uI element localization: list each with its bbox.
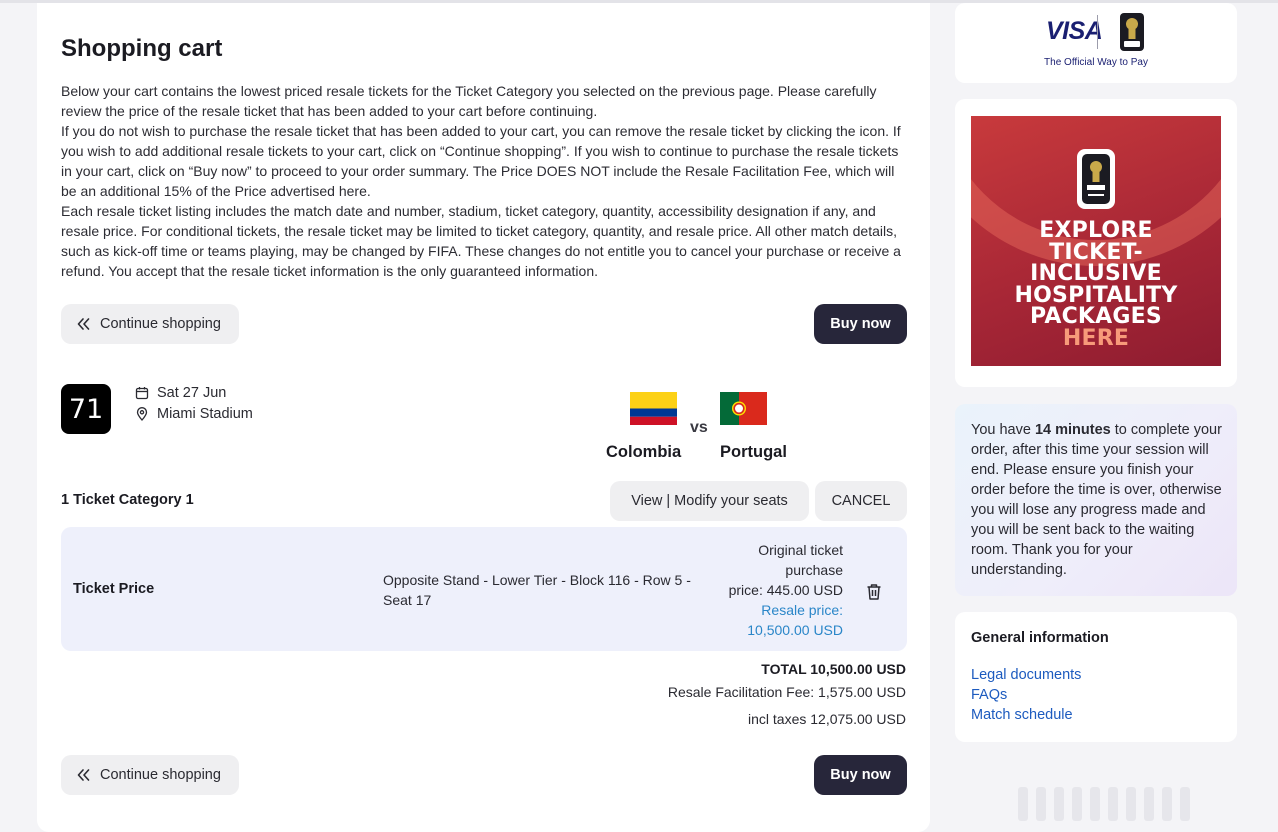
promo-highlight: HERE bbox=[1062, 325, 1130, 351]
away-team-name: Portugal bbox=[720, 443, 787, 461]
logo-divider bbox=[1097, 15, 1098, 49]
resale-price-line: Resale price: bbox=[761, 602, 843, 618]
ticket-row: Ticket Price Opposite Stand - Lower Tier… bbox=[61, 527, 907, 651]
sponsor-card: VISA The Official Way to Pay bbox=[955, 3, 1237, 83]
continue-shopping-button[interactable]: Continue shopping bbox=[61, 304, 239, 344]
promo-card: EXPLORE TICKET- INCLUSIVE HOSPITALITY PA… bbox=[955, 99, 1237, 387]
home-team-name: Colombia bbox=[606, 443, 682, 461]
total-incl-taxes: incl taxes 12,075.00 USD bbox=[748, 711, 906, 727]
continue-shopping-button[interactable]: Continue shopping bbox=[61, 755, 239, 795]
location-pin-icon bbox=[136, 407, 148, 421]
original-price-line: Original ticket bbox=[758, 542, 843, 558]
general-information-title: General information bbox=[971, 630, 1109, 646]
trophy-icon bbox=[1082, 154, 1110, 204]
double-chevron-left-icon bbox=[77, 769, 90, 781]
versus-label: vs bbox=[690, 419, 708, 436]
promo-line: EXPLORE bbox=[1039, 218, 1153, 243]
timer-suffix: to complete your order, after this time … bbox=[971, 422, 1222, 578]
sponsor-tagline: The Official Way to Pay bbox=[1044, 57, 1148, 68]
world-cup-trophy-icon bbox=[1120, 13, 1144, 51]
fifa-hospitality-logo bbox=[1077, 149, 1115, 209]
ticket-category-title: 1 Ticket Category 1 bbox=[61, 492, 194, 508]
cancel-button[interactable]: CANCEL bbox=[815, 481, 907, 521]
timer-prefix: You have bbox=[971, 422, 1035, 438]
promo-line: TICKET- bbox=[1049, 239, 1143, 265]
seat-description: Opposite Stand - Lower Tier - Block 116 … bbox=[383, 572, 691, 608]
portugal-flag-icon bbox=[720, 392, 767, 425]
faqs-link[interactable]: FAQs bbox=[971, 687, 1007, 703]
general-information-card: General information Legal documents FAQs… bbox=[955, 612, 1237, 742]
match-stadium: Miami Stadium bbox=[135, 406, 253, 422]
continue-shopping-label: Continue shopping bbox=[100, 316, 221, 332]
faded-background-graphic bbox=[1018, 787, 1268, 821]
original-price-line: price: 445.00 USD bbox=[728, 582, 843, 598]
shopping-cart-panel: Shopping cart Below your cart contains t… bbox=[37, 3, 930, 832]
promo-line: INCLUSIVE bbox=[1030, 261, 1162, 286]
promo-line: HOSPITALITY bbox=[1014, 282, 1178, 308]
continue-shopping-label: Continue shopping bbox=[100, 767, 221, 783]
timer-minutes: 14 minutes bbox=[1034, 422, 1111, 438]
cart-instructions: Below your cart contains the lowest pric… bbox=[61, 81, 909, 281]
match-date-text: Sat 27 Jun bbox=[157, 385, 227, 401]
trash-icon[interactable] bbox=[864, 582, 884, 602]
session-timer-message: You have 14 minutes to complete your ord… bbox=[971, 420, 1225, 580]
match-date: Sat 27 Jun bbox=[135, 385, 226, 401]
calendar-icon bbox=[135, 387, 149, 400]
match-stadium-text: Miami Stadium bbox=[157, 406, 253, 422]
double-chevron-left-icon bbox=[77, 318, 90, 330]
order-total: TOTAL 10,500.00 USD bbox=[761, 661, 906, 677]
buy-now-button[interactable]: Buy now bbox=[814, 304, 907, 344]
promo-headline: EXPLORE TICKET- INCLUSIVE HOSPITALITY PA… bbox=[971, 220, 1221, 349]
match-schedule-link[interactable]: Match schedule bbox=[971, 707, 1073, 723]
legal-documents-link[interactable]: Legal documents bbox=[971, 667, 1081, 683]
hospitality-promo-banner[interactable]: EXPLORE TICKET- INCLUSIVE HOSPITALITY PA… bbox=[971, 116, 1221, 366]
view-modify-seats-button[interactable]: View | Modify your seats bbox=[610, 481, 809, 521]
match-number-badge: 71 bbox=[61, 384, 111, 434]
colombia-flag-icon bbox=[630, 392, 677, 425]
resale-price-line: 10,500.00 USD bbox=[747, 622, 843, 638]
visa-logo: VISA bbox=[1046, 17, 1103, 45]
instructions-paragraph: Below your cart contains the lowest pric… bbox=[61, 83, 877, 119]
resale-facilitation-fee: Resale Facilitation Fee: 1,575.00 USD bbox=[667, 684, 906, 700]
instructions-paragraph: Each resale ticket listing includes the … bbox=[61, 203, 901, 279]
original-price-line: purchase bbox=[785, 562, 843, 578]
promo-line: PACKAGES bbox=[1030, 304, 1162, 329]
instructions-paragraph: If you do not wish to purchase the resal… bbox=[61, 123, 901, 199]
buy-now-button[interactable]: Buy now bbox=[814, 755, 907, 795]
page-title: Shopping cart bbox=[61, 35, 223, 62]
session-timer-card: You have 14 minutes to complete your ord… bbox=[955, 404, 1237, 596]
ticket-prices: Original ticket purchase price: 445.00 U… bbox=[701, 540, 843, 640]
ticket-price-label: Ticket Price bbox=[73, 581, 155, 597]
